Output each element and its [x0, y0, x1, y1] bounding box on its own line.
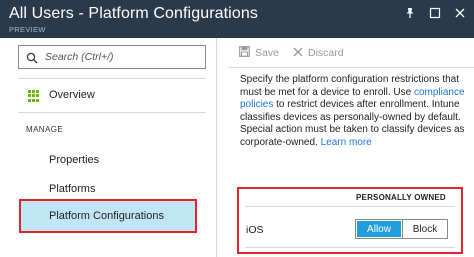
- column-header-personally-owned: PERSONALLY OWNED: [356, 193, 446, 202]
- search-icon: [26, 51, 38, 64]
- divider: [245, 206, 455, 207]
- learn-more-link[interactable]: Learn more: [321, 137, 372, 148]
- close-icon[interactable]: [453, 6, 467, 20]
- toolbar-divider: [228, 67, 474, 68]
- allow-block-toggle[interactable]: Allow Block: [355, 219, 448, 239]
- sidebar-item-label: Overview: [49, 89, 95, 101]
- divider: [18, 78, 206, 79]
- save-label: Save: [255, 47, 279, 59]
- pin-icon[interactable]: [403, 6, 417, 20]
- sidebar-item-platforms[interactable]: Platforms: [18, 177, 198, 201]
- search-input[interactable]: [45, 49, 200, 65]
- content-pane: Save Discard Specify the platform config…: [218, 38, 474, 257]
- resource-menu: Overview MANAGE Properties Platforms Pla…: [0, 38, 217, 257]
- sidebar-item-properties[interactable]: Properties: [18, 148, 198, 172]
- discard-label: Discard: [308, 47, 344, 59]
- divider: [18, 112, 206, 113]
- discard-button[interactable]: Discard: [293, 45, 344, 61]
- sidebar-item-label: Properties: [49, 154, 100, 166]
- sidebar-item-label: Platform Configurations: [49, 210, 164, 222]
- maximize-icon[interactable]: [428, 6, 442, 20]
- discard-icon: [293, 44, 303, 62]
- preview-label: PREVIEW: [9, 25, 46, 34]
- blade-header: All Users - Platform Configurations PREV…: [0, 0, 474, 38]
- sidebar-item-platform-configurations[interactable]: Platform Configurations: [19, 199, 197, 233]
- divider: [245, 247, 455, 248]
- save-icon: [239, 44, 250, 62]
- page-title: All Users - Platform Configurations: [9, 5, 258, 22]
- description-text: Specify the platform configuration restr…: [240, 74, 468, 149]
- overview-grid-icon: [28, 90, 40, 102]
- block-option[interactable]: Block: [402, 220, 447, 238]
- sidebar-item-label: Platforms: [49, 183, 96, 195]
- allow-option[interactable]: Allow: [356, 220, 402, 238]
- section-label-manage: MANAGE: [26, 125, 64, 134]
- save-button[interactable]: Save: [239, 45, 279, 61]
- search-box[interactable]: [18, 45, 206, 69]
- sidebar-item-overview[interactable]: Overview: [18, 84, 206, 108]
- platform-label-ios: iOS: [246, 224, 264, 236]
- personally-owned-section: PERSONALLY OWNED iOS Allow Block: [237, 187, 463, 254]
